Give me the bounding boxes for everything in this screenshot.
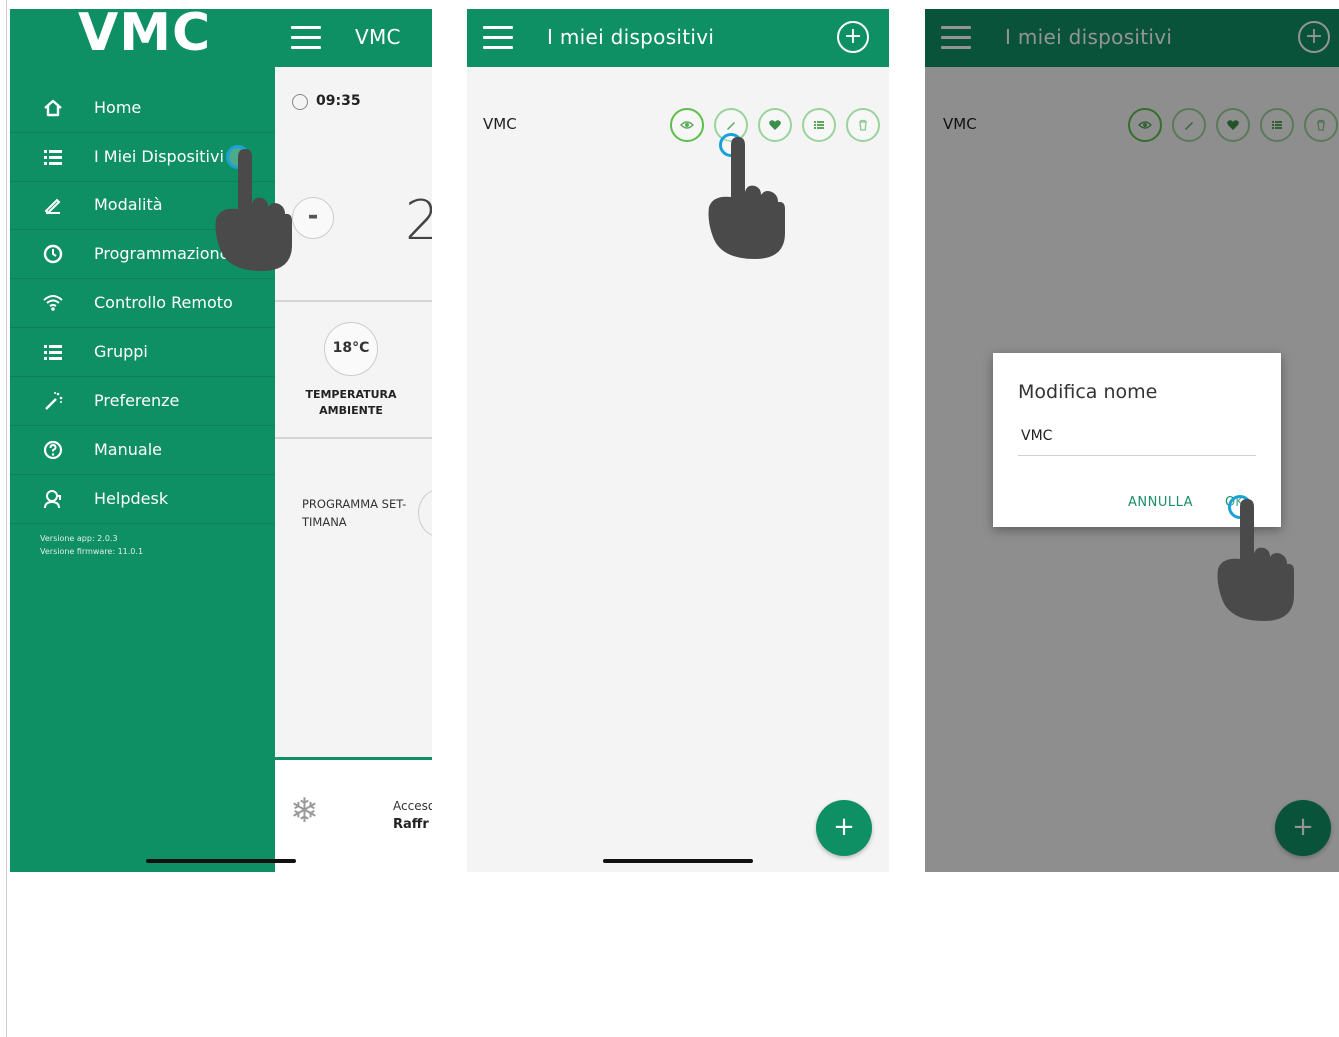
status-mode: Raffr	[393, 817, 429, 832]
drawer-item-label: Controllo Remoto	[94, 293, 233, 312]
device-details-button[interactable]	[802, 108, 836, 142]
weekly-program-line1: PROGRAMMA SET-	[302, 497, 407, 511]
pencil-icon	[727, 122, 735, 130]
pointing-hand-icon	[1217, 499, 1294, 621]
home-indicator[interactable]	[603, 859, 753, 863]
delete-device-button[interactable]	[846, 108, 880, 142]
brand-logo: VMC	[78, 9, 212, 63]
magic-wand-icon	[45, 392, 63, 410]
pointing-hand-icon	[215, 149, 292, 271]
status-state: Acceso	[393, 799, 432, 813]
list-icon	[44, 150, 62, 165]
help-icon	[43, 440, 63, 460]
support-icon	[44, 490, 61, 509]
snowflake-icon: ❄	[290, 791, 319, 831]
drawer-item-remote-control[interactable]: Controllo Remoto	[10, 279, 275, 328]
drawer-item-label: Helpdesk	[94, 489, 169, 508]
drawer-item-home[interactable]: Home	[10, 84, 275, 133]
setpoint-value: 2	[405, 189, 432, 252]
drawer-item-groups[interactable]: Gruppi	[10, 328, 275, 377]
time-display: 09:35	[316, 93, 361, 109]
divider	[275, 300, 432, 302]
home-icon	[44, 99, 62, 117]
clock-icon	[43, 244, 63, 264]
temperature-label-line1: TEMPERATURA	[305, 388, 397, 401]
app-bar-title: VMC	[355, 25, 401, 49]
divider	[275, 437, 432, 439]
drawer-item-label: Gruppi	[94, 342, 148, 361]
list-icon	[814, 121, 824, 129]
drawer-item-label: Preferenze	[94, 391, 180, 410]
wifi-icon	[43, 295, 63, 311]
screen-main-menu: VMC 09:35 - 2 18°C TEMPERATURA AMBIENTE …	[10, 9, 432, 872]
app-bar: VMC	[275, 9, 432, 67]
cancel-button[interactable]: ANNULLA	[1128, 495, 1193, 510]
pencil-icon	[44, 198, 61, 215]
app-bar-title: I miei dispositivi	[547, 25, 715, 49]
weekly-program-label[interactable]: PROGRAMMA SET- TIMANA	[302, 495, 417, 531]
drawer-item-label: Modalità	[94, 195, 163, 214]
drawer-item-label: Home	[94, 98, 142, 117]
weekly-program-line2: TIMANA	[302, 515, 347, 529]
app-bar: I miei dispositivi +	[467, 9, 889, 67]
temperature-label-line2: AMBIENTE	[319, 404, 383, 417]
temperature-label: TEMPERATURA AMBIENTE	[295, 387, 407, 419]
temperature-badge: 18°C	[324, 322, 378, 376]
screen-device-list: I miei dispositivi + VMC +	[467, 9, 889, 872]
page-divider	[6, 0, 7, 1037]
dialog-title: Modifica nome	[1018, 381, 1158, 403]
drawer-item-label: Manuale	[94, 440, 162, 459]
list-icon	[44, 345, 62, 360]
home-indicator[interactable]	[146, 859, 296, 863]
device-name-input[interactable]: VMC	[1018, 428, 1256, 456]
add-device-icon[interactable]: +	[837, 21, 869, 53]
add-device-fab[interactable]: +	[816, 800, 872, 856]
drawer-item-label: I Miei Dispositivi	[94, 147, 224, 166]
view-device-button[interactable]	[670, 108, 704, 142]
decrease-button[interactable]: -	[292, 197, 334, 239]
trash-icon	[859, 119, 867, 131]
drawer-item-manual[interactable]: Manuale	[10, 426, 275, 475]
hamburger-menu-icon[interactable]	[291, 26, 321, 50]
screen-rename-dialog: I miei dispositivi + VMC + Modifica nome…	[925, 9, 1339, 872]
heart-icon	[769, 120, 781, 130]
clock-icon	[292, 94, 308, 110]
app-version: Versione app: 2.0.3	[40, 534, 118, 543]
firmware-version: Versione firmware: 11.0.1	[40, 547, 144, 556]
drawer-item-preferences[interactable]: Preferenze	[10, 377, 275, 426]
device-name[interactable]: VMC	[483, 115, 517, 133]
dashboard-background	[275, 67, 432, 872]
navigation-drawer: VMC Home I Miei Dispositivi Modalità Pro…	[10, 9, 275, 872]
hamburger-menu-icon[interactable]	[483, 26, 513, 50]
eye-icon	[680, 121, 694, 129]
pointing-hand-icon	[708, 137, 785, 259]
drawer-item-helpdesk[interactable]: Helpdesk	[10, 475, 275, 524]
